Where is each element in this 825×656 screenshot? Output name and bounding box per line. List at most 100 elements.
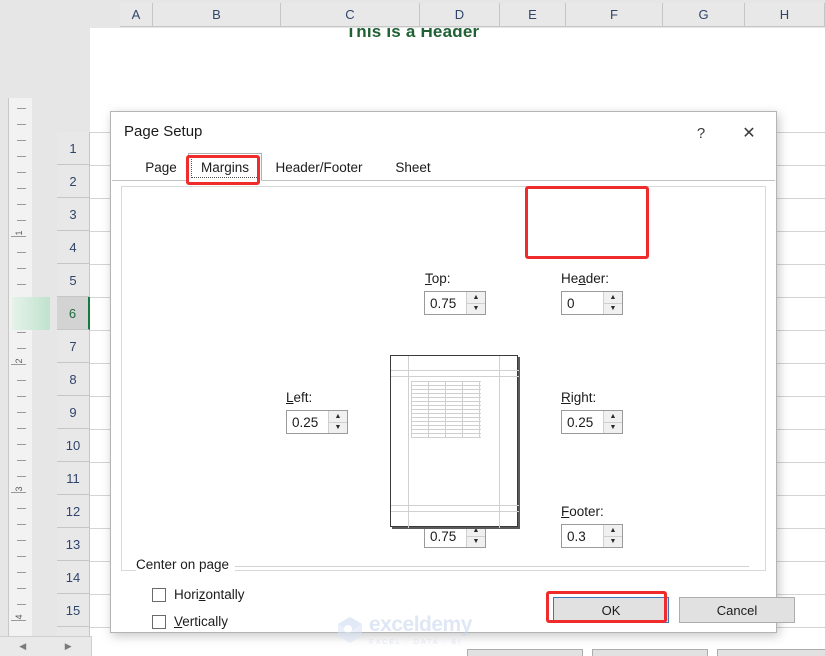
spinner-down-icon[interactable]: ▼ <box>604 304 622 315</box>
print-preview-button[interactable]: Print Preview <box>592 649 708 656</box>
column-header-b[interactable]: B <box>153 3 281 27</box>
column-header-g[interactable]: G <box>663 3 745 27</box>
bottom-margin-field[interactable]: 0.75 ▲ ▼ <box>424 524 486 548</box>
ruler-tick <box>17 524 26 525</box>
spinner-up-icon[interactable]: ▲ <box>604 292 622 304</box>
tab-sheet[interactable]: Sheet <box>376 153 450 181</box>
left-margin-field[interactable]: 0.25 ▲ ▼ <box>286 410 348 434</box>
row-header-15[interactable]: 15 <box>57 594 90 627</box>
center-horizontally-checkbox[interactable] <box>152 587 166 602</box>
horiz-label-accel: z <box>198 587 206 602</box>
preview-grid-row <box>411 425 481 426</box>
row-header-12[interactable]: 12 <box>57 495 90 528</box>
column-header-f[interactable]: F <box>566 3 663 27</box>
cancel-button[interactable]: Cancel <box>679 597 795 623</box>
ruler-tick <box>17 604 26 605</box>
right-margin-value[interactable]: 0.25 <box>562 411 603 433</box>
left-label-accel: L <box>286 390 294 405</box>
ruler-tick <box>17 332 26 333</box>
row-header-2[interactable]: 2 <box>57 165 90 198</box>
preview-grid-col <box>411 381 412 438</box>
row-header-5[interactable]: 5 <box>57 264 90 297</box>
dialog-tabstrip: Page Margins Header/Footer Sheet <box>112 153 775 181</box>
footer-margin-spinner[interactable]: ▲ ▼ <box>603 525 622 547</box>
footer-margin-value[interactable]: 0.3 <box>562 525 603 547</box>
spinner-up-icon[interactable]: ▲ <box>329 411 347 423</box>
row-header-9[interactable]: 9 <box>57 396 90 429</box>
triangle-left-icon[interactable]: ◀ <box>19 641 26 652</box>
horiz-label-post: ontally <box>205 587 245 602</box>
header-margin-spinner[interactable]: ▲ ▼ <box>603 292 622 314</box>
exceldemy-watermark: exceldemy EXCEL · DATA · BI <box>335 610 495 648</box>
column-header-h[interactable]: H <box>745 3 825 27</box>
spinner-down-icon[interactable]: ▼ <box>467 537 485 548</box>
triangle-right-icon[interactable]: ▶ <box>65 641 72 652</box>
header-margin-field[interactable]: 0 ▲ ▼ <box>561 291 623 315</box>
ruler-tick <box>17 380 26 381</box>
row-header-7[interactable]: 7 <box>57 330 90 363</box>
row-header-14[interactable]: 14 <box>57 561 90 594</box>
column-header-d[interactable]: D <box>420 3 500 27</box>
tab-margins[interactable]: Margins <box>188 153 262 181</box>
dialog-titlebar[interactable]: Page Setup ? ✕ <box>111 112 776 153</box>
row-header-13[interactable]: 13 <box>57 528 90 561</box>
close-icon[interactable]: ✕ <box>730 118 768 148</box>
center-vertically-checkbox[interactable] <box>152 614 166 629</box>
ruler-tick <box>17 460 26 461</box>
preview-grid-row <box>411 421 481 422</box>
ruler-tick <box>17 556 26 557</box>
column-headers: ABCDEFGH <box>90 0 825 28</box>
column-header-a[interactable]: A <box>120 3 153 27</box>
row-header-10[interactable]: 10 <box>57 429 90 462</box>
ruler-tick <box>17 156 26 157</box>
center-vertically-checkbox-row[interactable]: Vertically <box>152 614 228 629</box>
spinner-down-icon[interactable]: ▼ <box>329 423 347 434</box>
print-button[interactable]: Print... <box>467 649 583 656</box>
horiz-label-pre: Hori <box>174 587 199 602</box>
spinner-up-icon[interactable]: ▲ <box>604 525 622 537</box>
ruler-number-1: 1 <box>14 230 24 236</box>
row-header-1[interactable]: 1 <box>57 132 90 165</box>
top-margin-field[interactable]: 0.75 ▲ ▼ <box>424 291 486 315</box>
ruler-number-2: 2 <box>14 358 24 364</box>
spinner-down-icon[interactable]: ▼ <box>467 304 485 315</box>
right-margin-field[interactable]: 0.25 ▲ ▼ <box>561 410 623 434</box>
row-header-4[interactable]: 4 <box>57 231 90 264</box>
ruler-tick <box>17 476 26 477</box>
row-header-8[interactable]: 8 <box>57 363 90 396</box>
options-button[interactable]: Options... <box>717 649 825 656</box>
ok-button[interactable]: OK <box>553 597 669 623</box>
right-margin-spinner[interactable]: ▲ ▼ <box>603 411 622 433</box>
screen: This Is a Header 1234 ABCDEFGH 123456789… <box>0 0 825 656</box>
tab-page[interactable]: Page <box>134 153 188 181</box>
row-header-3[interactable]: 3 <box>57 198 90 231</box>
ok-button-label: OK <box>601 602 621 618</box>
preview-grid-col <box>479 381 480 438</box>
row-header-11[interactable]: 11 <box>57 462 90 495</box>
spinner-up-icon[interactable]: ▲ <box>604 411 622 423</box>
top-margin-spinner[interactable]: ▲ ▼ <box>466 292 485 314</box>
spinner-down-icon[interactable]: ▼ <box>604 537 622 548</box>
column-header-c[interactable]: C <box>281 3 420 27</box>
footer-margin-field[interactable]: 0.3 ▲ ▼ <box>561 524 623 548</box>
left-margin-spinner[interactable]: ▲ ▼ <box>328 411 347 433</box>
row-header-6[interactable]: 6 <box>57 297 90 330</box>
header-margin-value[interactable]: 0 <box>562 292 603 314</box>
bottom-margin-spinner[interactable]: ▲ ▼ <box>466 525 485 547</box>
preview-grid-row <box>411 429 481 430</box>
ruler-tick <box>17 204 26 205</box>
vert-label-post: ertically <box>182 614 229 629</box>
horizontal-scrollbar[interactable]: ◀ ▶ <box>0 636 92 656</box>
center-horizontally-label: Horizontally <box>174 587 245 602</box>
spinner-down-icon[interactable]: ▼ <box>604 423 622 434</box>
row-headers: 12345678910111213141516 <box>57 28 90 656</box>
left-margin-value[interactable]: 0.25 <box>287 411 328 433</box>
column-header-e[interactable]: E <box>500 3 566 27</box>
spinner-up-icon[interactable]: ▲ <box>467 292 485 304</box>
bottom-margin-value[interactable]: 0.75 <box>425 525 466 547</box>
ruler-tick <box>17 172 26 173</box>
top-margin-value[interactable]: 0.75 <box>425 292 466 314</box>
help-icon[interactable]: ? <box>682 118 720 148</box>
tab-header-footer[interactable]: Header/Footer <box>262 153 376 181</box>
center-horizontally-checkbox-row[interactable]: Horizontally <box>152 587 245 602</box>
